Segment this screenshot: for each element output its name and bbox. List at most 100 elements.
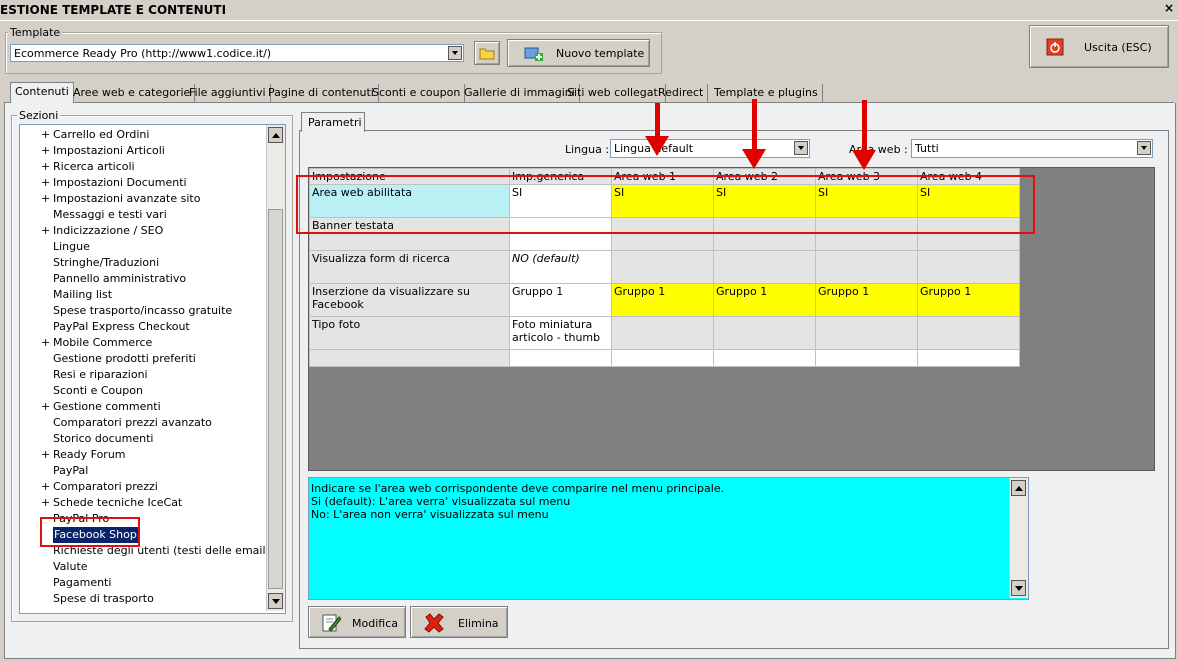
edit-button[interactable]: Modifica [308, 606, 406, 638]
tab-contenuti[interactable]: Contenuti [10, 82, 74, 103]
tree-item[interactable]: + Impostazioni Documenti [20, 175, 266, 191]
tree-item[interactable]: Spese trasporto/incasso gratuite [20, 303, 266, 319]
area-value-cell[interactable] [917, 316, 1020, 350]
tree-item[interactable]: + Comparatori prezzi [20, 479, 266, 495]
area-value-cell[interactable] [815, 349, 918, 367]
area-value-cell[interactable]: Gruppo 1 [713, 283, 816, 317]
table-row[interactable]: Tipo foto Foto miniatura articolo - thumb [309, 316, 1020, 350]
tab-file-aggiuntivi[interactable]: File aggiuntivi [185, 84, 271, 102]
table-row[interactable] [309, 349, 1020, 367]
tree-item[interactable]: PayPal [20, 463, 266, 479]
tree-item[interactable]: Messaggi e testi vari [20, 207, 266, 223]
tree-item[interactable]: Valute [20, 559, 266, 575]
tree-item[interactable]: Comparatori prezzi avanzato [20, 415, 266, 431]
template-select[interactable]: Ecommerce Ready Pro (http://www1.codice.… [10, 44, 464, 62]
tree-scrollbar[interactable] [266, 125, 285, 611]
tree-item[interactable]: Pagamenti [20, 575, 266, 591]
tree-item[interactable]: Lingue [20, 239, 266, 255]
lingua-select[interactable]: Lingua default [610, 139, 810, 158]
expand-icon[interactable]: + [41, 223, 50, 239]
tree-item[interactable]: + Ready Forum [20, 447, 266, 463]
setting-name-cell[interactable] [309, 349, 510, 367]
lingua-label: Lingua : [565, 143, 610, 156]
expand-icon[interactable]: + [41, 495, 50, 511]
chevron-down-icon[interactable] [448, 46, 462, 60]
tree-item[interactable]: Spese di trasporto [20, 591, 266, 607]
tab-redirect[interactable]: Redirect [654, 84, 709, 102]
setting-name-cell[interactable]: Visualizza form di ricerca [309, 250, 510, 284]
tree-item[interactable]: Sconti e Coupon [20, 383, 266, 399]
tree-item[interactable]: + Indicizzazione / SEO [20, 223, 266, 239]
tree-item[interactable]: + Impostazioni Articoli [20, 143, 266, 159]
area-value-cell[interactable] [713, 250, 816, 284]
tree-item[interactable]: Resi e riparazioni [20, 367, 266, 383]
setting-name-cell[interactable]: Inserzione da visualizzare su Facebook [309, 283, 510, 317]
tab-parametri[interactable]: Parametri [301, 112, 365, 132]
exit-button[interactable]: Uscita (ESC) [1029, 25, 1169, 68]
area-value-cell[interactable]: Gruppo 1 [611, 283, 714, 317]
setting-name-cell[interactable]: Tipo foto [309, 316, 510, 350]
tab-aree-web[interactable]: Aree web e categorie [69, 84, 196, 102]
scroll-down-icon[interactable] [1011, 580, 1026, 596]
tab-sconti-coupon[interactable]: Sconti e coupon [368, 84, 466, 102]
area-value-cell[interactable]: Gruppo 1 [917, 283, 1020, 317]
tree-item[interactable]: Mailing list [20, 287, 266, 303]
tree-item[interactable]: PayPal Express Checkout [20, 319, 266, 335]
table-row[interactable]: Visualizza form di ricerca NO (default) [309, 250, 1020, 284]
expand-icon[interactable]: + [41, 175, 50, 191]
generic-value-cell[interactable]: NO (default) [509, 250, 612, 284]
area-value-cell[interactable] [917, 349, 1020, 367]
tree-item[interactable]: Pannello amministrativo [20, 271, 266, 287]
tree-item-label: Valute [53, 560, 88, 573]
scroll-up-icon[interactable] [268, 127, 283, 143]
scroll-down-icon[interactable] [268, 593, 283, 609]
expand-icon[interactable]: + [41, 127, 50, 143]
description-line: Si (default): L'area verra' visualizzata… [311, 495, 571, 508]
area-value-cell[interactable] [713, 349, 816, 367]
scroll-up-icon[interactable] [1011, 480, 1026, 496]
scroll-thumb[interactable] [268, 209, 283, 589]
open-folder-button[interactable] [474, 41, 500, 65]
tree-item[interactable]: + Gestione commenti [20, 399, 266, 415]
area-value-cell[interactable] [611, 349, 714, 367]
expand-icon[interactable]: + [41, 335, 50, 351]
tree-item[interactable]: + Impostazioni avanzate sito [20, 191, 266, 207]
tab-gallerie[interactable]: Gallerie di immagini [460, 84, 580, 102]
description-box[interactable]: Indicare se l'area web corrispondente de… [308, 477, 1029, 600]
expand-icon[interactable]: + [41, 143, 50, 159]
tree-item[interactable]: + Ricerca articoli [20, 159, 266, 175]
area-value-cell[interactable] [815, 250, 918, 284]
tree-item[interactable]: + Schede tecniche IceCat [20, 495, 266, 511]
description-scrollbar[interactable] [1009, 478, 1028, 598]
table-row[interactable]: Inserzione da visualizzare su Facebook Gr… [309, 283, 1020, 317]
delete-button[interactable]: Elimina [410, 606, 508, 638]
chevron-down-icon[interactable] [1137, 141, 1151, 155]
chevron-down-icon[interactable] [794, 141, 808, 155]
expand-icon[interactable]: + [41, 191, 50, 207]
tab-pagine-contenuti[interactable]: Pagine di contenuti [264, 84, 379, 102]
expand-icon[interactable]: + [41, 399, 50, 415]
expand-icon[interactable]: + [41, 479, 50, 495]
tree-item[interactable]: + Mobile Commerce [20, 335, 266, 351]
area-select[interactable]: Tutti [911, 139, 1153, 158]
tab-siti-collegati[interactable]: Siti web collegati [563, 84, 666, 102]
tree-item[interactable]: Stringhe/Traduzioni [20, 255, 266, 271]
tree-item[interactable]: Storico documenti [20, 431, 266, 447]
generic-value-cell[interactable]: Foto miniatura articolo - thumb [509, 316, 612, 350]
area-value-cell[interactable] [713, 316, 816, 350]
area-value-cell[interactable] [611, 250, 714, 284]
generic-value-cell[interactable] [509, 349, 612, 367]
area-value-cell[interactable] [815, 316, 918, 350]
area-value-cell[interactable] [917, 250, 1020, 284]
tab-template-plugins[interactable]: Template e plugins [710, 84, 823, 102]
area-value-cell[interactable] [611, 316, 714, 350]
tree-item[interactable]: Gestione prodotti preferiti [20, 351, 266, 367]
tree-item[interactable]: + Carrello ed Ordini [20, 127, 266, 143]
close-icon[interactable]: × [1164, 1, 1174, 15]
expand-icon[interactable]: + [41, 447, 50, 463]
expand-icon[interactable]: + [41, 159, 50, 175]
new-template-button[interactable]: Nuovo template [507, 39, 650, 67]
area-value-cell[interactable]: Gruppo 1 [815, 283, 918, 317]
description-line: Indicare se l'area web corrispondente de… [311, 482, 725, 495]
generic-value-cell[interactable]: Gruppo 1 [509, 283, 612, 317]
